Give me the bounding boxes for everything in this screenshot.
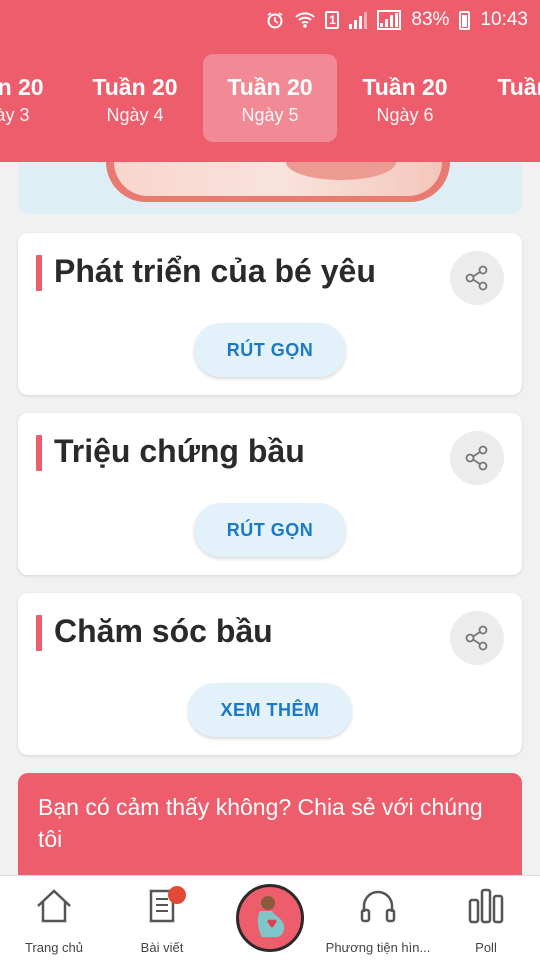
see-more-button[interactable]: XEM THÊM <box>188 683 352 737</box>
tab-day-label: Ngày 5 <box>241 105 299 125</box>
pregnancy-icon <box>257 896 285 937</box>
tab-week-day[interactable]: Tuần 20 <box>473 54 540 142</box>
sim-icon: 1 <box>325 11 340 29</box>
baby-illustration-card <box>18 162 522 214</box>
nav-item-poll[interactable]: Poll <box>432 886 540 955</box>
baby-illustration <box>106 162 450 202</box>
battery-percent: 83% <box>411 9 450 30</box>
nav-label: Poll <box>475 940 497 955</box>
week-day-tabs[interactable]: Tuần 20 Ngày 3 Tuần 20 Ngày 4 Tuần 20 Ng… <box>0 40 540 162</box>
content-scroll[interactable]: Phát triển của bé yêu RÚT GỌN Triệu chứn… <box>0 162 540 875</box>
share-icon <box>465 265 488 291</box>
section-card-pregnancy-care: Chăm sóc bầu XEM THÊM <box>18 593 522 755</box>
share-icon <box>465 625 488 651</box>
section-card-baby-development: Phát triển của bé yêu RÚT GỌN <box>18 233 522 395</box>
share-button[interactable] <box>450 251 504 305</box>
collapse-button[interactable]: RÚT GỌN <box>194 323 346 377</box>
share-feelings-text: Bạn có cảm thấy không? Chia sẻ với chúng… <box>38 794 483 852</box>
tab-day-label: Ngày 6 <box>376 105 434 125</box>
collapse-button[interactable]: RÚT GỌN <box>194 503 346 557</box>
tab-day-label: Ngày 4 <box>106 105 164 125</box>
section-accent-bar <box>36 615 42 651</box>
clock: 10:43 <box>480 9 528 30</box>
section-accent-bar <box>36 435 42 471</box>
wifi-icon <box>295 10 316 30</box>
section-accent-bar <box>36 255 42 291</box>
tab-week-label: Tuần 20 <box>362 74 448 100</box>
tab-day-label: Ngày 3 <box>0 105 30 125</box>
section-title: Chăm sóc bầu <box>54 613 273 649</box>
share-feelings-card[interactable]: Bạn có cảm thấy không? Chia sẻ với chúng… <box>18 773 522 875</box>
section-title: Phát triển của bé yêu <box>54 253 376 289</box>
nav-item-articles[interactable]: Bài viết <box>108 886 216 955</box>
section-title: Triệu chứng bầu <box>54 433 305 469</box>
tab-week-label: Tuần 20 <box>227 74 313 100</box>
tab-week-day[interactable]: Tuần 20 Ngày 4 <box>68 54 202 142</box>
tab-week-day[interactable]: Tuần 20 Ngày 6 <box>338 54 472 142</box>
pregnancy-center-button[interactable] <box>236 884 304 952</box>
tab-week-day[interactable]: Tuần 20 Ngày 3 <box>0 54 68 142</box>
bottom-nav: Trang chủ Bài viết Phương tiện hìn... Po… <box>0 875 540 960</box>
status-bar: 1 83% 10:43 <box>0 0 540 40</box>
alarm-icon <box>265 10 285 30</box>
tab-week-label: Tuần 20 <box>92 74 178 100</box>
nav-item-media[interactable]: Phương tiện hìn... <box>324 886 432 955</box>
nav-label: Trang chủ <box>24 940 84 955</box>
notification-badge <box>168 886 186 904</box>
nav-item-home[interactable]: Trang chủ <box>0 886 108 955</box>
share-button[interactable] <box>450 431 504 485</box>
signal-icon <box>349 11 368 29</box>
nav-label: Bài viết <box>140 940 184 955</box>
poll-icon <box>468 888 504 924</box>
home-icon <box>37 889 71 923</box>
headphones-icon <box>360 890 396 923</box>
nav-label: Phương tiện hìn... <box>325 940 431 955</box>
tab-week-day-active[interactable]: Tuần 20 Ngày 5 <box>203 54 337 142</box>
share-icon <box>465 445 488 471</box>
tab-week-label: Tuần 20 <box>497 74 540 100</box>
tab-week-label: Tuần 20 <box>0 74 44 100</box>
section-card-symptoms: Triệu chứng bầu RÚT GỌN <box>18 413 522 575</box>
signal-icon <box>377 10 402 30</box>
battery-icon <box>459 10 471 30</box>
share-button[interactable] <box>450 611 504 665</box>
